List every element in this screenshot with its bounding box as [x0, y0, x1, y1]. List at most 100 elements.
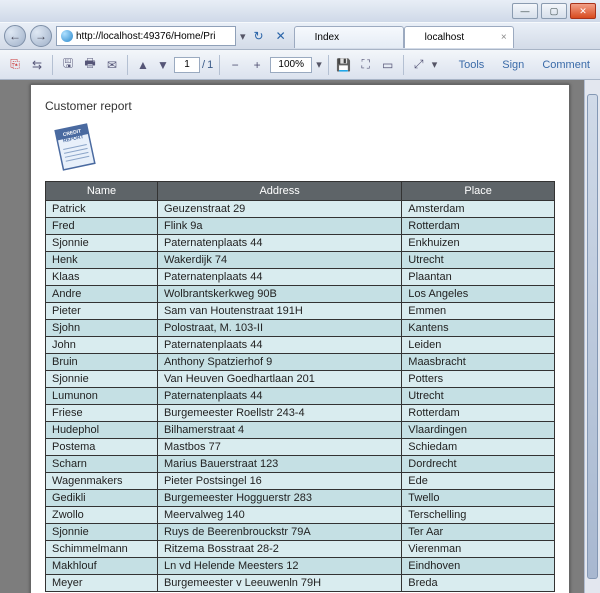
cell-name: Scharn — [46, 456, 158, 473]
table-row: HenkWakerdijk 74Utrecht — [46, 252, 555, 269]
cell-place: Utrecht — [402, 252, 555, 269]
fullscreen-icon[interactable]: ⤢ — [410, 56, 428, 74]
dropdown-icon[interactable]: ▾ — [432, 58, 438, 71]
cell-address: Marius Bauerstraat 123 — [157, 456, 401, 473]
table-row: PostemaMastbos 77Schiedam — [46, 439, 555, 456]
window-titlebar: — ▢ ✕ — [0, 0, 600, 22]
window-close-button[interactable]: ✕ — [570, 3, 596, 19]
cell-name: Gedikli — [46, 490, 158, 507]
cell-name: Bruin — [46, 354, 158, 371]
convert-icon[interactable]: ⇆ — [28, 56, 46, 74]
cell-name: Klaas — [46, 269, 158, 286]
cell-name: Pieter — [46, 303, 158, 320]
cell-address: Mastbos 77 — [157, 439, 401, 456]
table-row: GedikliBurgemeester Hogguerstr 283Twello — [46, 490, 555, 507]
page-number-input[interactable] — [174, 57, 200, 73]
table-row: PieterSam van Houtenstraat 191HEmmen — [46, 303, 555, 320]
cell-place: Leiden — [402, 337, 555, 354]
cell-address: Sam van Houtenstraat 191H — [157, 303, 401, 320]
vertical-scrollbar[interactable] — [584, 80, 600, 593]
cell-address: Paternatenplaats 44 — [157, 337, 401, 354]
refresh-button[interactable]: ↻ — [250, 29, 268, 43]
stop-button[interactable]: ✕ — [272, 29, 290, 43]
save-icon[interactable]: 🖫 — [59, 56, 77, 74]
cell-name: Makhlouf — [46, 558, 158, 575]
print-icon[interactable]: 🖶 — [81, 56, 99, 74]
cell-address: Paternatenplaats 44 — [157, 388, 401, 405]
window-maximize-button[interactable]: ▢ — [541, 3, 567, 19]
cell-address: Burgemeester v Leeuwenln 79H — [157, 575, 401, 592]
cell-name: Zwollo — [46, 507, 158, 524]
dropdown-icon[interactable]: ▾ — [316, 58, 322, 71]
cell-place: Potters — [402, 371, 555, 388]
pdf-toolbar: ⎘ ⇆ 🖫 🖶 ✉ ▲ ▼ / 1 − + ▾ 💾 ⛶ ▭ ⤢ ▾ Tools … — [0, 50, 600, 80]
export-pdf-icon[interactable]: ⎘ — [6, 56, 24, 74]
table-row: PatrickGeuzenstraat 29Amsterdam — [46, 201, 555, 218]
cell-place: Twello — [402, 490, 555, 507]
cell-name: Meyer — [46, 575, 158, 592]
header-name: Name — [46, 182, 158, 201]
cell-place: Enkhuizen — [402, 235, 555, 252]
cell-name: Sjonnie — [46, 371, 158, 388]
cell-address: Ln vd Helende Meesters 12 — [157, 558, 401, 575]
email-icon[interactable]: ✉ — [103, 56, 121, 74]
fit-page-icon[interactable]: ⛶ — [357, 56, 375, 74]
cell-address: Anthony Spatzierhof 9 — [157, 354, 401, 371]
cell-name: Sjohn — [46, 320, 158, 337]
url-text: http://localhost:49376/Home/Pri — [76, 31, 216, 42]
tab-index[interactable]: Index — [294, 26, 404, 48]
nav-back-button[interactable]: ← — [4, 25, 26, 47]
cell-place: Terschelling — [402, 507, 555, 524]
cell-address: Burgemeester Roellstr 243-4 — [157, 405, 401, 422]
cell-name: Friese — [46, 405, 158, 422]
cell-place: Ede — [402, 473, 555, 490]
cell-place: Dordrecht — [402, 456, 555, 473]
sign-link[interactable]: Sign — [498, 59, 528, 71]
favicon-icon — [411, 33, 421, 43]
address-bar[interactable]: http://localhost:49376/Home/Pri — [56, 26, 236, 46]
table-row: KlaasPaternatenplaats 44Plaantan — [46, 269, 555, 286]
table-row: SjonniePaternatenplaats 44Enkhuizen — [46, 235, 555, 252]
tab-localhost[interactable]: localhost × — [404, 26, 514, 48]
cell-place: Plaantan — [402, 269, 555, 286]
cell-address: Ruys de Beerenbrouckstr 79A — [157, 524, 401, 541]
zoom-in-icon[interactable]: + — [248, 56, 266, 74]
table-row: AndreWolbrantskerkweg 90BLos Angeles — [46, 286, 555, 303]
customer-table: Name Address Place PatrickGeuzenstraat 2… — [45, 181, 555, 592]
table-row: ZwolloMeervalweg 140Terschelling — [46, 507, 555, 524]
tab-close-icon[interactable]: × — [501, 32, 507, 43]
table-row: LumunonPaternatenplaats 44Utrecht — [46, 388, 555, 405]
page-down-icon[interactable]: ▼ — [154, 56, 172, 74]
cell-name: Schimmelmann — [46, 541, 158, 558]
tab-label: Index — [315, 32, 339, 43]
cell-place: Maasbracht — [402, 354, 555, 371]
page-up-icon[interactable]: ▲ — [134, 56, 152, 74]
cell-place: Schiedam — [402, 439, 555, 456]
nav-forward-button[interactable]: → — [30, 25, 52, 47]
scrollbar-thumb[interactable] — [587, 94, 598, 579]
header-place: Place — [402, 182, 555, 201]
cell-name: Sjonnie — [46, 235, 158, 252]
cell-address: Burgemeester Hogguerstr 283 — [157, 490, 401, 507]
cell-name: Lumunon — [46, 388, 158, 405]
read-mode-icon[interactable]: ▭ — [379, 56, 397, 74]
window-minimize-button[interactable]: — — [512, 3, 538, 19]
zoom-input[interactable] — [270, 57, 312, 73]
table-row: SchimmelmannRitzema Bosstraat 28-2Vieren… — [46, 541, 555, 558]
cell-address: Pieter Postsingel 16 — [157, 473, 401, 490]
table-header-row: Name Address Place — [46, 182, 555, 201]
dropdown-icon[interactable]: ▾ — [240, 30, 246, 43]
cell-name: Henk — [46, 252, 158, 269]
tools-link[interactable]: Tools — [455, 59, 489, 71]
cell-place: Rotterdam — [402, 218, 555, 235]
browser-window: — ▢ ✕ ← → http://localhost:49376/Home/Pr… — [0, 0, 600, 593]
zoom-out-icon[interactable]: − — [226, 56, 244, 74]
cell-place: Ter Aar — [402, 524, 555, 541]
cell-name: Wagenmakers — [46, 473, 158, 490]
save-disk-icon[interactable]: 💾 — [335, 56, 353, 74]
cell-place: Eindhoven — [402, 558, 555, 575]
comment-link[interactable]: Comment — [538, 59, 594, 71]
cell-place: Breda — [402, 575, 555, 592]
document-viewport[interactable]: Customer report CREDIT REPORT — [0, 80, 600, 593]
table-row: BruinAnthony Spatzierhof 9Maasbracht — [46, 354, 555, 371]
